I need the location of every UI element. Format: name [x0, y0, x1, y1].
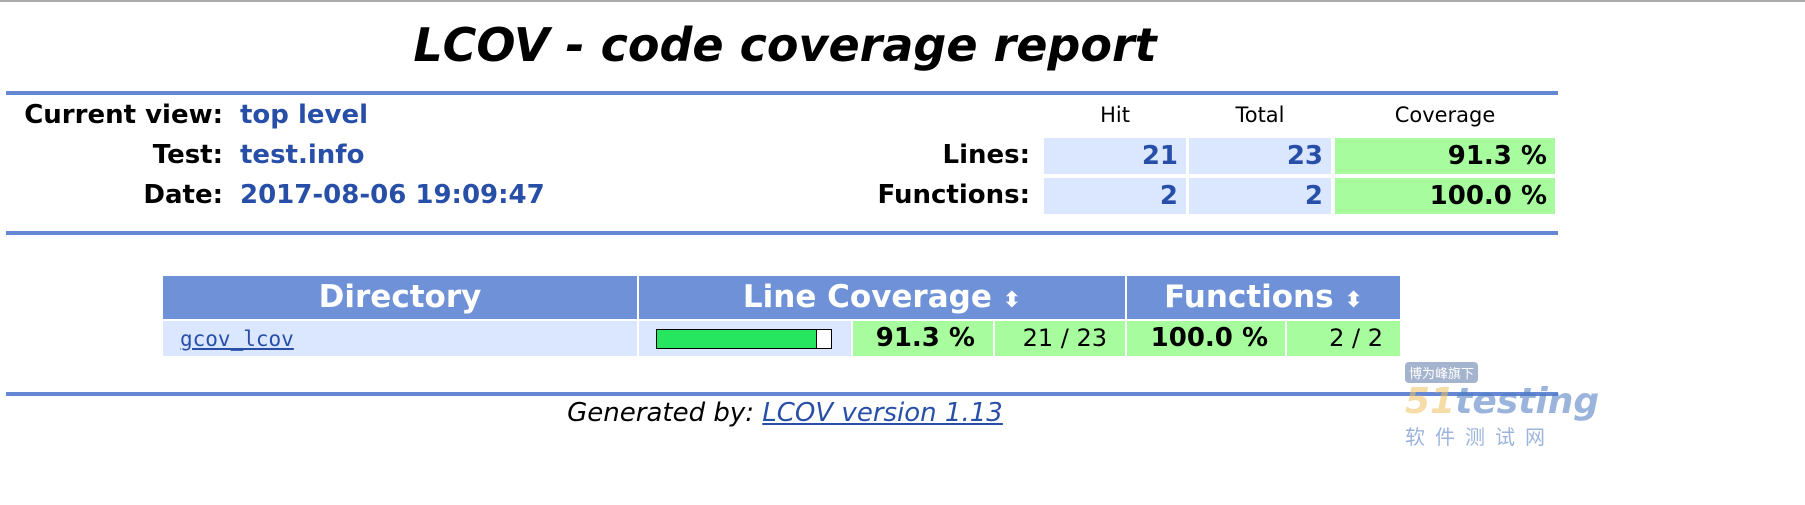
functions-header-label: Functions	[1164, 279, 1334, 315]
functions-coverage: 100.0 %	[1335, 178, 1555, 214]
top-border	[0, 0, 1805, 2]
coverage-bar-fill	[657, 330, 817, 348]
test-label: Test:	[152, 140, 223, 170]
functions-header[interactable]: Functions ⬍	[1127, 276, 1400, 319]
current-view-value: top level	[240, 100, 368, 130]
directory-link[interactable]: gcov_lcov	[180, 327, 294, 351]
lines-hit: 21	[1044, 138, 1186, 174]
page-title: LCOV - code coverage report	[413, 18, 1157, 72]
lines-coverage: 91.3 %	[1335, 138, 1555, 174]
functions-label: Functions:	[877, 180, 1030, 210]
divider	[6, 392, 1558, 396]
lines-total: 23	[1189, 138, 1331, 174]
lcov-link[interactable]: LCOV version 1.13	[762, 398, 1003, 428]
footer: Generated by: LCOV version 1.13	[0, 398, 1570, 428]
total-header: Total	[1235, 103, 1285, 127]
lines-label: Lines:	[942, 140, 1031, 170]
watermark-logo: 博为峰旗下 51testing 软件测试网	[1405, 362, 1599, 450]
line-percent: 91.3 %	[853, 321, 993, 356]
line-count: 21 / 23	[995, 321, 1125, 356]
divider	[6, 91, 1558, 95]
line-coverage-header[interactable]: Line Coverage ⬍	[639, 276, 1125, 319]
directory-header: Directory	[163, 276, 637, 319]
date-value: 2017-08-06 19:09:47	[240, 180, 545, 210]
sort-icon[interactable]: ⬍	[1003, 288, 1021, 313]
line-coverage-header-label: Line Coverage	[742, 279, 992, 315]
table-row-directory: gcov_lcov	[163, 321, 637, 356]
current-view-label: Current view:	[24, 100, 223, 130]
coverage-header: Coverage	[1394, 103, 1496, 127]
divider	[6, 231, 1558, 235]
function-percent: 100.0 %	[1127, 321, 1285, 356]
functions-hit: 2	[1044, 178, 1186, 214]
date-label: Date:	[143, 180, 223, 210]
coverage-bar-cell	[639, 321, 851, 356]
function-count: 2 / 2	[1287, 321, 1400, 356]
coverage-bar	[656, 329, 832, 349]
functions-total: 2	[1189, 178, 1331, 214]
sort-icon[interactable]: ⬍	[1344, 288, 1362, 313]
test-value: test.info	[240, 140, 365, 170]
footer-prefix: Generated by:	[567, 398, 755, 428]
hit-header: Hit	[1100, 103, 1130, 127]
